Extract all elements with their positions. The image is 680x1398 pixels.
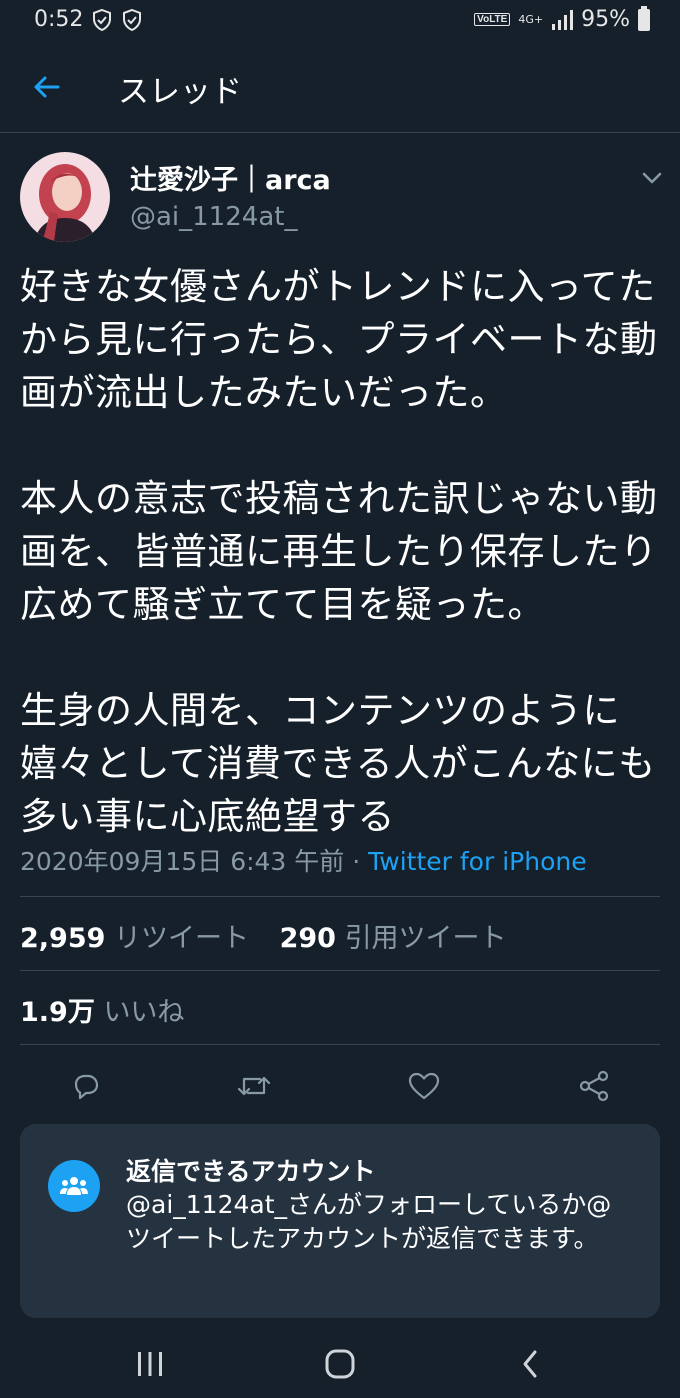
status-bar: 0:52 VoLTE 4G+ 95% xyxy=(0,0,680,42)
status-notification-icons xyxy=(90,8,144,32)
divider xyxy=(20,970,660,971)
people-icon xyxy=(60,1177,88,1195)
chevron-down-icon xyxy=(642,172,662,184)
system-nav-bar xyxy=(0,1328,680,1398)
volte-badge: VoLTE xyxy=(474,13,511,26)
likes-stat[interactable]: 1.9万 いいね xyxy=(20,990,184,1029)
meta-separator: · xyxy=(352,847,361,876)
tweet-source-link[interactable]: Twitter for iPhone xyxy=(368,847,586,876)
reply-restriction-description: @ai_1124at_さんがフォローしているか@ツイートしたアカウントが返信でき… xyxy=(126,1190,612,1253)
battery-percent: 95% xyxy=(581,7,630,32)
retweets-label: リツイート xyxy=(114,923,249,954)
reply-restriction-icon xyxy=(48,1160,100,1212)
quotes-label: 引用ツイート xyxy=(344,923,507,954)
author-handle[interactable]: @ai_1124at_ xyxy=(130,202,297,232)
arrow-left-icon xyxy=(34,76,60,98)
signal-icon xyxy=(552,9,574,30)
heart-icon xyxy=(408,1072,440,1100)
thread-header: スレッド xyxy=(0,42,680,133)
shield-check-icon xyxy=(123,8,141,32)
quotes-count: 290 xyxy=(279,923,336,954)
shield-check-icon xyxy=(93,8,111,32)
back-button[interactable] xyxy=(24,64,70,110)
likes-count: 1.9万 xyxy=(20,997,95,1028)
battery-icon xyxy=(638,5,650,31)
share-icon xyxy=(579,1070,609,1102)
network-badge: 4G+ xyxy=(518,12,544,26)
retweet-icon xyxy=(237,1076,271,1096)
avatar-image xyxy=(20,152,110,242)
retweets-count: 2,959 xyxy=(20,923,106,954)
recent-apps-icon xyxy=(138,1352,162,1376)
chevron-left-icon xyxy=(523,1350,537,1378)
retweets-stat[interactable]: 2,959 リツイート xyxy=(20,916,249,955)
tweet-text: 好きな女優さんがトレンドに入ってたから見に行ったら、プライベートな動画が流出した… xyxy=(20,265,658,838)
divider xyxy=(20,896,660,897)
reply-button[interactable] xyxy=(66,1066,106,1106)
home-icon xyxy=(325,1349,355,1379)
home-button[interactable] xyxy=(318,1342,362,1386)
quotes-stat[interactable]: 290 引用ツイート xyxy=(280,916,507,955)
retweet-stats: 2,959 リツイート 290 引用ツイート xyxy=(20,916,529,955)
reply-icon xyxy=(74,1074,99,1100)
avatar[interactable] xyxy=(20,152,110,242)
status-system-icons: VoLTE 4G+ 95% xyxy=(474,5,650,32)
likes-label: いいね xyxy=(103,997,185,1028)
page-title: スレッド xyxy=(118,74,242,110)
author-name[interactable]: 辻愛沙子｜arca xyxy=(130,158,331,197)
like-button[interactable] xyxy=(404,1066,444,1106)
recent-apps-button[interactable] xyxy=(128,1342,172,1386)
reply-restriction-title: 返信できるアカウント xyxy=(126,1157,376,1186)
retweet-button[interactable] xyxy=(234,1066,274,1106)
back-nav-button[interactable] xyxy=(508,1342,552,1386)
reply-restriction-card: 返信できるアカウント @ai_1124at_さんがフォローしているか@ツイートし… xyxy=(20,1124,660,1318)
divider xyxy=(20,1044,660,1045)
share-button[interactable] xyxy=(574,1066,614,1106)
status-time: 0:52 xyxy=(34,7,84,32)
tweet-meta: 2020年09月15日 6:43 午前 · Twitter for iPhone xyxy=(20,842,587,878)
tweet-menu-button[interactable] xyxy=(634,160,670,196)
tweet-action-bar xyxy=(0,1060,680,1112)
tweet-timestamp: 2020年09月15日 6:43 午前 xyxy=(20,847,345,876)
